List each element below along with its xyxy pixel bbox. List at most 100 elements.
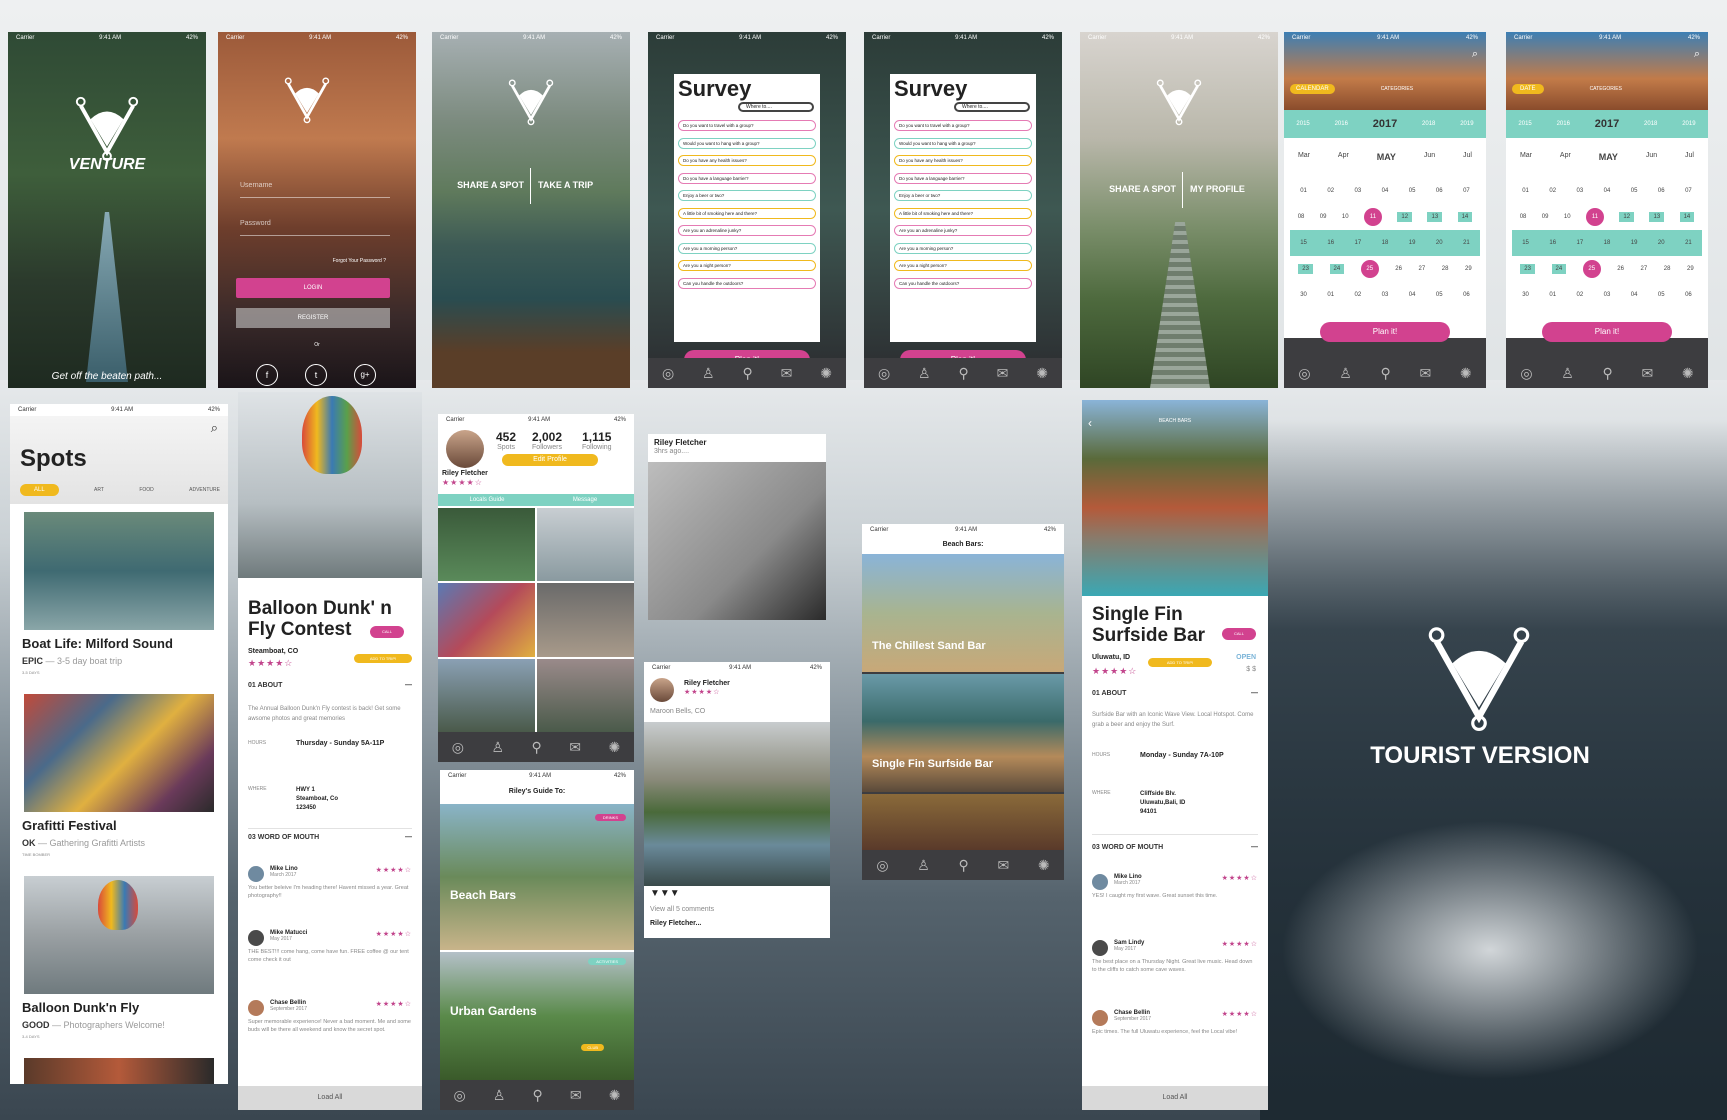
pin-icon[interactable]: ⚲ bbox=[959, 365, 969, 382]
search-icon[interactable]: ⌕ bbox=[1472, 48, 1478, 61]
avatar[interactable] bbox=[650, 678, 674, 702]
day-cell[interactable]: 20 bbox=[1658, 240, 1665, 246]
year-item[interactable]: 2018 bbox=[1644, 121, 1657, 127]
survey-question[interactable]: Do you want to travel with a group? bbox=[894, 120, 1032, 131]
day-cell[interactable]: 29 bbox=[1465, 266, 1472, 272]
my-profile-button[interactable]: MY PROFILE bbox=[1184, 184, 1274, 194]
call-button[interactable]: CALL bbox=[370, 626, 404, 638]
day-cell-selected[interactable]: 25 bbox=[1582, 260, 1601, 278]
guide-item-beach[interactable]: DRINKS Beach Bars bbox=[440, 804, 634, 950]
filter-art[interactable]: ART bbox=[94, 487, 104, 493]
mail-icon[interactable]: ✉ bbox=[1641, 365, 1653, 382]
wom-section-header[interactable]: 03 WORD OF MOUTH — bbox=[238, 834, 422, 841]
pin-icon[interactable]: ⚲ bbox=[1603, 365, 1613, 382]
day-cell[interactable]: 03 bbox=[1604, 292, 1611, 298]
survey-question[interactable]: Can you handle the outdoors? bbox=[894, 277, 1032, 289]
pin-icon[interactable]: ⚲ bbox=[743, 365, 753, 382]
login-button[interactable]: LOGIN bbox=[236, 278, 390, 298]
day-cell[interactable]: 06 bbox=[1463, 292, 1470, 298]
month-item[interactable]: Jun bbox=[1424, 152, 1435, 162]
survey-question[interactable]: Do you have a language barrier? bbox=[894, 172, 1032, 184]
mail-icon[interactable]: ✉ bbox=[997, 365, 1009, 382]
grid-photo[interactable] bbox=[537, 658, 634, 732]
person-icon[interactable]: ♙ bbox=[491, 739, 504, 756]
call-button[interactable]: CALL bbox=[1222, 628, 1256, 640]
mail-icon[interactable]: ✉ bbox=[569, 739, 581, 756]
day-cell[interactable]: 16 bbox=[1327, 240, 1334, 246]
aperture-icon[interactable]: ✺ bbox=[1038, 857, 1050, 874]
month-item[interactable]: Mar bbox=[1520, 152, 1532, 162]
day-cell-selected[interactable]: 11 bbox=[1363, 208, 1382, 226]
pin-icon[interactable]: ⚲ bbox=[531, 739, 541, 756]
grid-photo[interactable] bbox=[438, 508, 535, 582]
day-cell[interactable]: 19 bbox=[1409, 240, 1416, 246]
tab-date[interactable]: DATE bbox=[1512, 84, 1544, 94]
day-cell[interactable]: 13 bbox=[1649, 212, 1665, 222]
tab-message[interactable]: Message bbox=[536, 494, 634, 506]
person-icon[interactable]: ♙ bbox=[917, 857, 930, 874]
day-cell[interactable]: 02 bbox=[1549, 188, 1556, 194]
username-field[interactable]: Username bbox=[240, 182, 390, 198]
day-cell[interactable]: 29 bbox=[1687, 266, 1694, 272]
day-cell[interactable]: 17 bbox=[1577, 240, 1584, 246]
where-to-input[interactable]: Where to.... bbox=[954, 102, 1030, 112]
post-author[interactable]: Riley Fletcher bbox=[654, 438, 706, 447]
day-cell[interactable]: 15 bbox=[1522, 240, 1529, 246]
day-cell[interactable]: 08 bbox=[1520, 214, 1527, 220]
day-cell[interactable]: 06 bbox=[1658, 188, 1665, 194]
filter-adventure[interactable]: ADVENTURE bbox=[189, 487, 220, 493]
survey-question[interactable]: A little bit of smoking here and there? bbox=[894, 207, 1032, 219]
survey-question[interactable]: Do you have a language barrier? bbox=[678, 172, 816, 184]
globe-icon[interactable]: ◎ bbox=[662, 365, 674, 382]
day-cell[interactable]: 18 bbox=[1382, 240, 1389, 246]
person-icon[interactable]: ♙ bbox=[1339, 365, 1352, 382]
day-cell[interactable]: 27 bbox=[1419, 266, 1426, 272]
year-item[interactable]: 2018 bbox=[1422, 121, 1435, 127]
survey-question[interactable]: Are you a morning person? bbox=[894, 242, 1032, 254]
day-cell[interactable]: 01 bbox=[1522, 188, 1529, 194]
password-field[interactable]: Password bbox=[240, 220, 390, 236]
take-trip-button[interactable]: TAKE A TRIP bbox=[532, 180, 622, 190]
person-icon[interactable]: ♙ bbox=[1561, 365, 1574, 382]
day-cell[interactable]: 04 bbox=[1409, 292, 1416, 298]
day-cell[interactable]: 21 bbox=[1685, 240, 1692, 246]
day-cell[interactable]: 28 bbox=[1664, 266, 1671, 272]
tab-locals-guide[interactable]: Locals Guide bbox=[438, 494, 536, 506]
pin-icon[interactable]: ⚲ bbox=[1381, 365, 1391, 382]
day-cell[interactable]: 23 bbox=[1298, 264, 1313, 274]
person-icon[interactable]: ♙ bbox=[493, 1087, 506, 1104]
facebook-icon[interactable]: f bbox=[256, 364, 278, 386]
search-icon[interactable]: ⌕ bbox=[1694, 48, 1700, 61]
year-item-selected[interactable]: 2017 bbox=[1373, 118, 1397, 130]
day-cell[interactable]: 10 bbox=[1564, 214, 1571, 220]
survey-question[interactable]: Are you a night person? bbox=[894, 260, 1032, 271]
day-cell[interactable]: 05 bbox=[1631, 188, 1638, 194]
day-cell[interactable]: 14 bbox=[1457, 212, 1473, 222]
year-item-selected[interactable]: 2017 bbox=[1595, 118, 1619, 130]
month-item[interactable]: Apr bbox=[1338, 152, 1349, 162]
day-cell[interactable]: 03 bbox=[1577, 188, 1584, 194]
day-cell[interactable]: 01 bbox=[1549, 292, 1556, 298]
day-cell[interactable]: 28 bbox=[1442, 266, 1449, 272]
survey-question[interactable]: Would you want to hang with a group? bbox=[894, 137, 1032, 149]
month-item-selected[interactable]: MAY bbox=[1377, 152, 1396, 162]
day-cell[interactable]: 07 bbox=[1685, 188, 1692, 194]
survey-question[interactable]: A little bit of smoking here and there? bbox=[678, 207, 816, 219]
day-cell-selected[interactable]: 25 bbox=[1360, 260, 1379, 278]
day-cell[interactable]: 05 bbox=[1409, 188, 1416, 194]
guide-item-gardens[interactable]: ACTIVITIES Urban Gardens CLUB bbox=[440, 952, 634, 1080]
aperture-icon[interactable]: ✺ bbox=[609, 1087, 621, 1104]
aperture-icon[interactable]: ✺ bbox=[1460, 365, 1472, 382]
spot-title[interactable]: Grafitti Festival bbox=[22, 818, 117, 833]
day-cell[interactable]: 19 bbox=[1631, 240, 1638, 246]
add-to-trip-button[interactable]: ADD TO TRIP! bbox=[1148, 658, 1212, 667]
day-cell-selected[interactable]: 11 bbox=[1585, 208, 1604, 226]
spot-title[interactable]: Balloon Dunk'n Fly bbox=[22, 1000, 139, 1015]
filter-food[interactable]: FOOD bbox=[139, 487, 153, 493]
survey-question[interactable]: Are you a morning person? bbox=[678, 242, 816, 254]
survey-question[interactable]: Enjoy a beer or two? bbox=[894, 190, 1032, 201]
tab-categories[interactable]: CATEGORIES bbox=[1584, 84, 1628, 94]
day-cell[interactable]: 27 bbox=[1641, 266, 1648, 272]
grid-photo[interactable] bbox=[438, 658, 535, 732]
avatar[interactable] bbox=[446, 430, 484, 468]
